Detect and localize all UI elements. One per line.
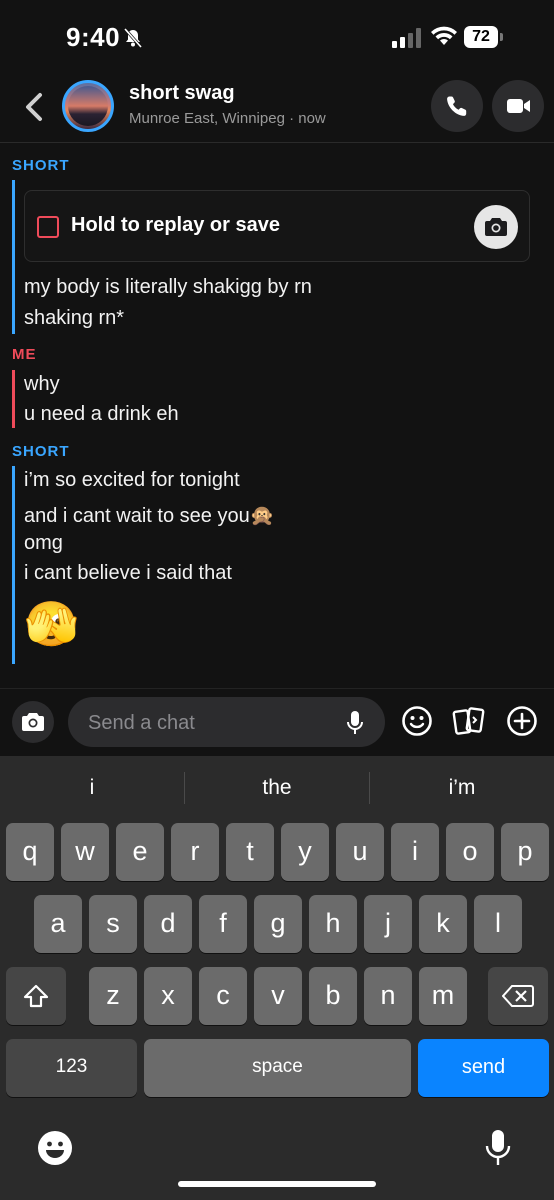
sender-label-short: SHORT (12, 443, 70, 460)
numbers-key[interactable]: 123 (6, 1039, 137, 1097)
key-p[interactable]: p (501, 823, 549, 881)
key-u[interactable]: u (336, 823, 384, 881)
message-text: my body is literally shakigg by rn (24, 276, 312, 298)
microphone-icon[interactable] (346, 710, 364, 736)
key-f[interactable]: f (199, 895, 247, 953)
space-key[interactable]: space (144, 1039, 411, 1097)
chat-header: short swag Munroe East, Winnipeg · now (0, 72, 554, 143)
battery-level: 72 (464, 26, 498, 48)
signal-icon (392, 28, 421, 48)
snap-label: Hold to replay or save (71, 214, 280, 236)
message-bar-me (12, 370, 15, 428)
key-d[interactable]: d (144, 895, 192, 953)
key-c[interactable]: c (199, 967, 247, 1025)
sender-label-me: ME (12, 346, 37, 363)
phone-icon (447, 96, 467, 116)
message-text: omg (24, 532, 63, 554)
key-s[interactable]: s (89, 895, 137, 953)
plus-icon[interactable] (506, 705, 538, 737)
message-text: and i cant wait to see you🙊 (24, 505, 275, 527)
snap-camera-button[interactable] (474, 205, 518, 249)
emoji-message: 🫣 (24, 600, 79, 649)
shift-icon (23, 984, 49, 1008)
contact-name[interactable]: short swag (129, 82, 235, 105)
key-t[interactable]: t (226, 823, 274, 881)
message-bar-short (12, 180, 15, 334)
message-text: u need a drink eh (24, 403, 179, 425)
emoji-keyboard-icon[interactable] (37, 1130, 73, 1166)
key-a[interactable]: a (34, 895, 82, 953)
key-i[interactable]: i (391, 823, 439, 881)
suggestion-item[interactable]: the (185, 770, 369, 806)
key-w[interactable]: w (61, 823, 109, 881)
key-g[interactable]: g (254, 895, 302, 953)
key-q[interactable]: q (6, 823, 54, 881)
key-m[interactable]: m (419, 967, 467, 1025)
contact-location: Munroe East, Winnipeg · now (129, 110, 326, 127)
sender-label-short: SHORT (12, 157, 70, 174)
key-l[interactable]: l (474, 895, 522, 953)
keyboard: i the i’m q w e r t y u i o p a s d f g … (0, 756, 554, 1200)
suggestion-item[interactable]: i’m (370, 770, 554, 806)
suggestion-item[interactable]: i (0, 770, 184, 806)
key-k[interactable]: k (419, 895, 467, 953)
backspace-key[interactable] (488, 967, 548, 1025)
camera-icon (485, 218, 507, 236)
key-n[interactable]: n (364, 967, 412, 1025)
dictation-microphone-icon[interactable] (485, 1128, 511, 1168)
message-text: shaking rn* (24, 307, 125, 329)
camera-button[interactable] (12, 701, 54, 743)
status-bar: 9:40 72 (0, 0, 554, 72)
key-h[interactable]: h (309, 895, 357, 953)
key-o[interactable]: o (446, 823, 494, 881)
key-z[interactable]: z (89, 967, 137, 1025)
key-j[interactable]: j (364, 895, 412, 953)
key-v[interactable]: v (254, 967, 302, 1025)
voice-call-button[interactable] (431, 80, 483, 132)
snap-item[interactable]: Hold to replay or save (24, 190, 530, 262)
send-key[interactable]: send (418, 1039, 549, 1097)
shift-key[interactable] (6, 967, 66, 1025)
backspace-icon (501, 985, 534, 1007)
battery-icon: 72 (464, 26, 504, 48)
key-e[interactable]: e (116, 823, 164, 881)
key-r[interactable]: r (171, 823, 219, 881)
home-indicator[interactable] (178, 1181, 376, 1187)
wifi-icon (431, 26, 457, 45)
message-text: i cant believe i said that (24, 562, 232, 584)
key-b[interactable]: b (309, 967, 357, 1025)
message-text: why (24, 373, 60, 395)
chat-input-bar (0, 688, 554, 757)
chat-input[interactable] (86, 697, 330, 749)
bell-slash-icon (123, 28, 143, 48)
key-y[interactable]: y (281, 823, 329, 881)
camera-icon (22, 713, 44, 731)
chat-input-container[interactable] (68, 697, 385, 749)
message-bar-short (12, 466, 15, 664)
status-time: 9:40 (66, 22, 121, 52)
video-icon (507, 99, 530, 113)
message-text: i’m so excited for tonight (24, 469, 240, 491)
back-chevron-icon[interactable] (20, 90, 48, 124)
key-x[interactable]: x (144, 967, 192, 1025)
snap-indicator-icon (37, 216, 59, 238)
cards-icon[interactable] (452, 705, 486, 737)
smiley-icon[interactable] (401, 705, 433, 737)
video-call-button[interactable] (492, 80, 544, 132)
avatar[interactable] (62, 80, 114, 132)
